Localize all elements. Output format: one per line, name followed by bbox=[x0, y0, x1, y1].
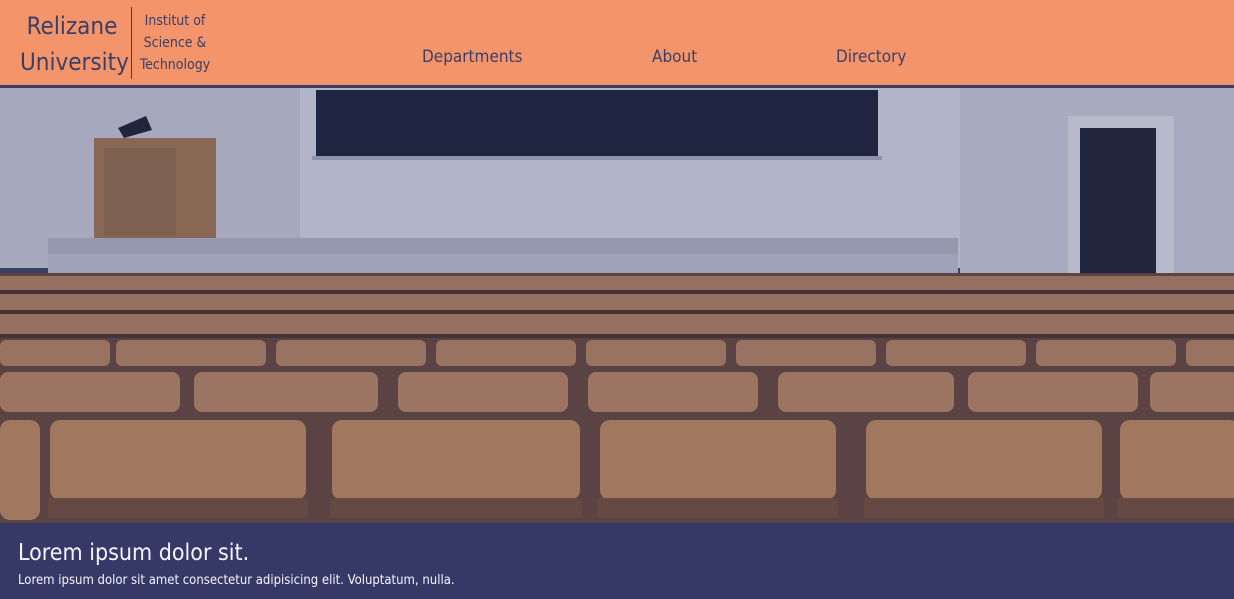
logo-line-2: University bbox=[20, 48, 129, 76]
hero-text: Lorem ipsum dolor sit amet consectetur a… bbox=[18, 573, 455, 588]
university-logo[interactable]: Relizane University bbox=[20, 8, 129, 80]
subtitle-line-2: Science & bbox=[143, 35, 207, 51]
subtitle-line-3: Technology bbox=[139, 57, 211, 73]
logo-line-1: Relizane bbox=[26, 12, 118, 40]
hero-title: Lorem ipsum dolor sit. bbox=[18, 540, 250, 566]
nav-link-departments[interactable]: Departments bbox=[422, 47, 523, 67]
subtitle-line-1: Institut of bbox=[144, 13, 206, 29]
institute-subtitle: Institut of Science & Technology bbox=[138, 10, 212, 76]
site-header: Relizane University Institut of Science … bbox=[0, 0, 1234, 88]
nav-link-about[interactable]: About bbox=[652, 47, 697, 67]
hero-caption: Lorem ipsum dolor sit. Lorem ipsum dolor… bbox=[0, 523, 1234, 599]
nav-link-directory[interactable]: Directory bbox=[836, 47, 906, 67]
logo-divider bbox=[131, 7, 132, 79]
